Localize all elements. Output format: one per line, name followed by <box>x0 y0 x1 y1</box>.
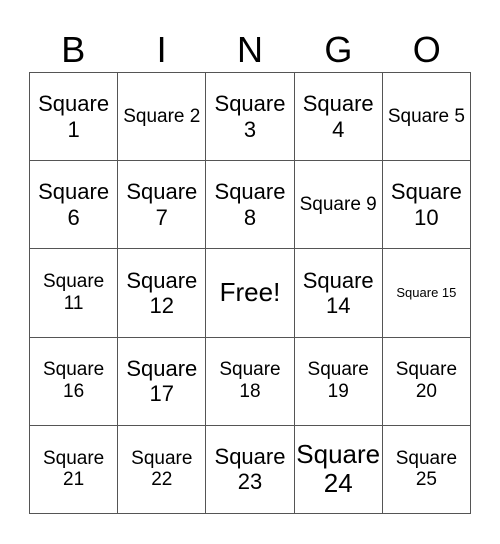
bingo-cell[interactable]: Square 14 <box>294 249 383 338</box>
bingo-cell[interactable]: Square 11 <box>30 249 119 338</box>
header-letter-g: G <box>324 29 353 70</box>
bingo-cell[interactable]: Square 6 <box>30 161 119 250</box>
bingo-cell[interactable]: Square 16 <box>30 337 119 426</box>
header-letter-o: O <box>412 29 441 70</box>
bingo-cell[interactable]: Square 19 <box>294 337 383 426</box>
bingo-cell[interactable]: Square 1 <box>30 73 119 162</box>
bingo-cell[interactable]: Square 4 <box>294 73 383 162</box>
bingo-cell[interactable]: Square 7 <box>118 161 207 250</box>
bingo-cell[interactable]: Square 24 <box>294 425 383 514</box>
bingo-cell[interactable]: Square 3 <box>206 73 295 162</box>
bingo-grid: Square 1 Square 2 Square 3 Square 4 Square 5… <box>29 72 471 514</box>
bingo-cell[interactable]: Square 10 <box>382 161 471 250</box>
header-letter-i: I <box>156 29 167 70</box>
bingo-cell[interactable]: Square 15 <box>382 249 471 338</box>
bingo-cell[interactable]: Square 5 <box>382 73 471 162</box>
header-letter-n: N <box>236 29 263 70</box>
bingo-header: B I N G O <box>29 28 471 72</box>
bingo-cell[interactable]: Square 12 <box>118 249 207 338</box>
header-letter-b: B <box>61 29 86 70</box>
bingo-cell[interactable]: Square 25 <box>382 425 471 514</box>
bingo-cell[interactable]: Square 18 <box>206 337 295 426</box>
bingo-cell[interactable]: Square 23 <box>206 425 295 514</box>
bingo-cell[interactable]: Square 22 <box>118 425 207 514</box>
bingo-cell[interactable]: Square 17 <box>118 337 207 426</box>
bingo-cell[interactable]: Square 21 <box>30 425 119 514</box>
bingo-cell[interactable]: Square 2 <box>118 73 207 162</box>
bingo-cell[interactable]: Square 8 <box>206 161 295 250</box>
free-space-cell[interactable]: Free! <box>206 249 295 338</box>
bingo-cell[interactable]: Square 9 <box>294 161 383 250</box>
bingo-cell[interactable]: Square 20 <box>382 337 471 426</box>
